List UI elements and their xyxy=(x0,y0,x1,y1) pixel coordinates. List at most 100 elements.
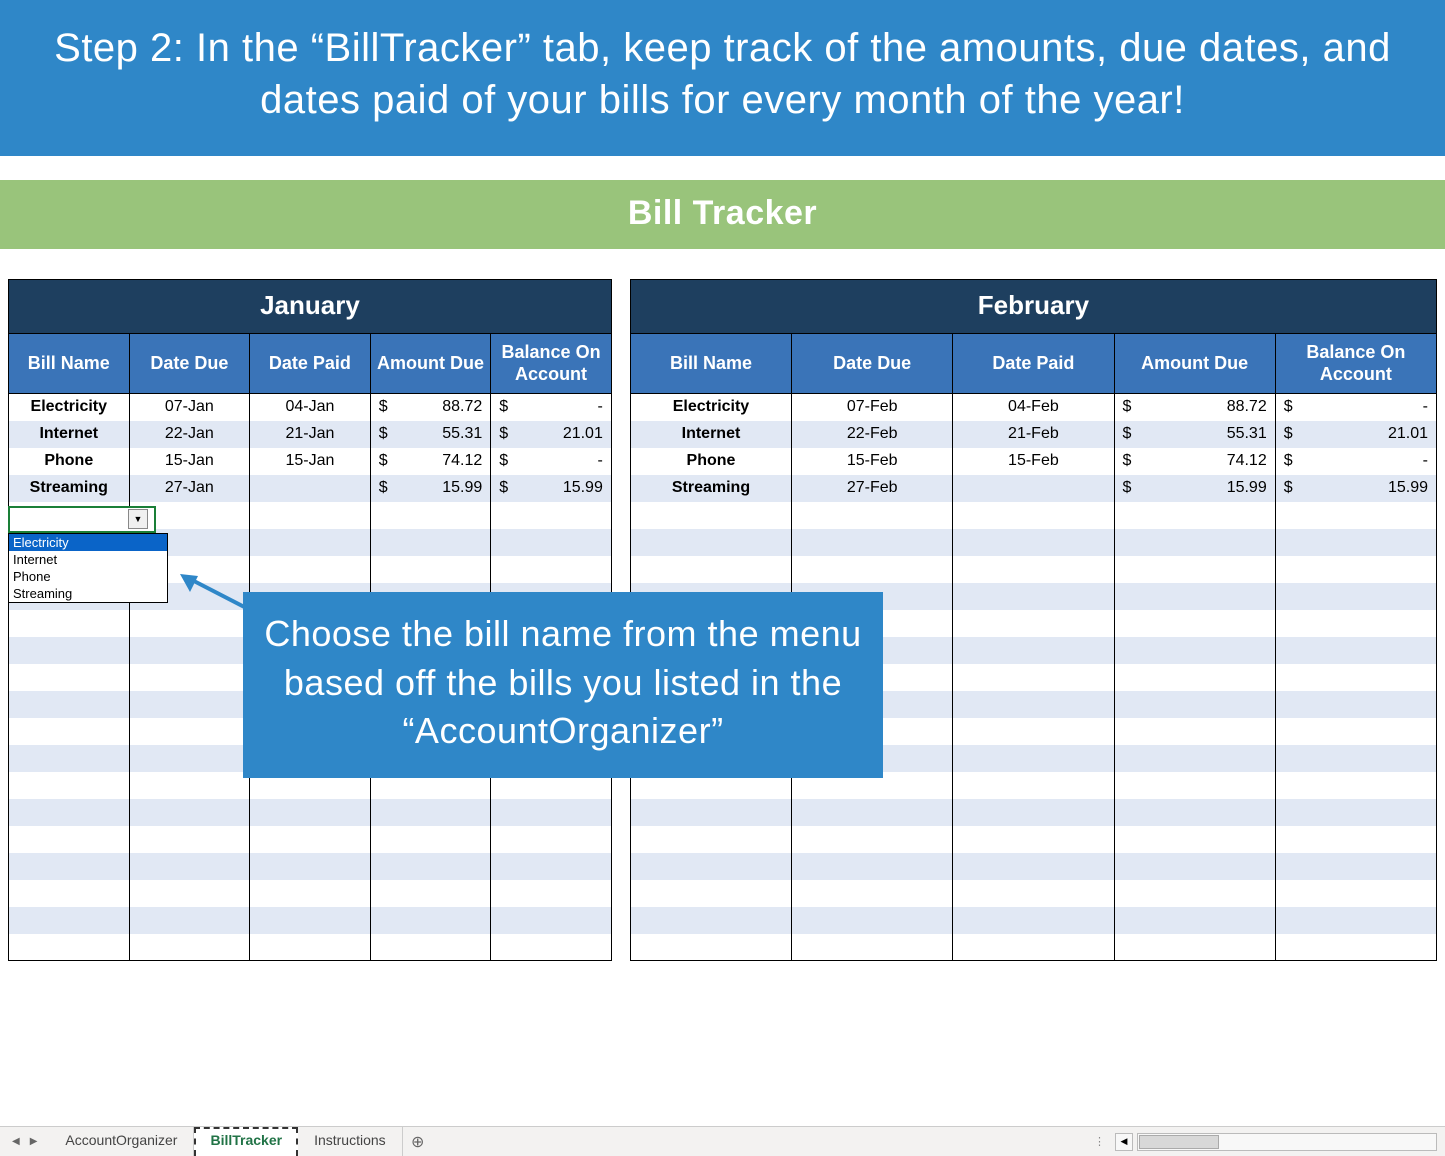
empty-cell[interactable] xyxy=(491,880,612,907)
cell-bill-name[interactable]: Electricity xyxy=(9,394,130,421)
empty-cell[interactable] xyxy=(9,610,130,637)
empty-cell[interactable] xyxy=(630,907,791,934)
cell-date-due[interactable]: 22-Jan xyxy=(129,421,250,448)
hscroll-track[interactable] xyxy=(1137,1133,1437,1151)
empty-cell[interactable] xyxy=(491,502,612,529)
empty-cell[interactable] xyxy=(953,799,1114,826)
cell-date-paid[interactable]: 15-Feb xyxy=(953,448,1114,475)
empty-cell[interactable] xyxy=(1275,718,1436,745)
empty-cell[interactable] xyxy=(129,664,250,691)
empty-cell[interactable] xyxy=(953,610,1114,637)
empty-cell[interactable] xyxy=(9,691,130,718)
empty-cell[interactable] xyxy=(129,799,250,826)
cell-amount-due[interactable]: $88.72 xyxy=(370,394,491,421)
cell-bill-name[interactable]: Internet xyxy=(9,421,130,448)
sheet-tab-billtracker[interactable]: BillTracker xyxy=(194,1127,298,1156)
empty-cell[interactable] xyxy=(630,853,791,880)
empty-cell[interactable] xyxy=(129,691,250,718)
empty-cell[interactable] xyxy=(630,826,791,853)
empty-cell[interactable] xyxy=(9,745,130,772)
cell-amount-due[interactable]: $15.99 xyxy=(370,475,491,502)
empty-cell[interactable] xyxy=(129,637,250,664)
empty-cell[interactable] xyxy=(491,826,612,853)
dropdown-option[interactable]: Phone xyxy=(9,568,167,585)
empty-cell[interactable] xyxy=(1275,799,1436,826)
empty-cell[interactable] xyxy=(9,718,130,745)
empty-cell[interactable] xyxy=(1114,529,1275,556)
empty-cell[interactable] xyxy=(1114,826,1275,853)
empty-cell[interactable] xyxy=(792,529,953,556)
empty-cell[interactable] xyxy=(1275,853,1436,880)
cell-balance[interactable]: $- xyxy=(491,394,612,421)
empty-cell[interactable] xyxy=(250,799,371,826)
empty-cell[interactable] xyxy=(953,826,1114,853)
empty-cell[interactable] xyxy=(9,664,130,691)
empty-cell[interactable] xyxy=(792,853,953,880)
dropdown-toggle-button[interactable]: ▼ xyxy=(128,509,148,529)
empty-cell[interactable] xyxy=(129,907,250,934)
empty-cell[interactable] xyxy=(953,880,1114,907)
dropdown-option[interactable]: Internet xyxy=(9,551,167,568)
empty-cell[interactable] xyxy=(491,907,612,934)
empty-cell[interactable] xyxy=(370,502,491,529)
empty-cell[interactable] xyxy=(1275,664,1436,691)
empty-cell[interactable] xyxy=(491,556,612,583)
empty-cell[interactable] xyxy=(9,799,130,826)
empty-cell[interactable] xyxy=(9,907,130,934)
empty-cell[interactable] xyxy=(129,718,250,745)
empty-cell[interactable] xyxy=(1275,907,1436,934)
empty-cell[interactable] xyxy=(9,826,130,853)
dropdown-options-list[interactable]: ElectricityInternetPhoneStreaming xyxy=(8,533,168,603)
cell-balance[interactable]: $15.99 xyxy=(491,475,612,502)
cell-date-due[interactable]: 07-Jan xyxy=(129,394,250,421)
empty-cell[interactable] xyxy=(9,880,130,907)
empty-cell[interactable] xyxy=(129,772,250,799)
empty-cell[interactable] xyxy=(1114,637,1275,664)
empty-cell[interactable] xyxy=(792,556,953,583)
cell-amount-due[interactable]: $74.12 xyxy=(1114,448,1275,475)
empty-cell[interactable] xyxy=(1114,583,1275,610)
empty-cell[interactable] xyxy=(953,934,1114,961)
empty-cell[interactable] xyxy=(953,583,1114,610)
cell-balance[interactable]: $21.01 xyxy=(1275,421,1436,448)
empty-cell[interactable] xyxy=(129,745,250,772)
empty-cell[interactable] xyxy=(1114,880,1275,907)
empty-cell[interactable] xyxy=(953,907,1114,934)
empty-cell[interactable] xyxy=(792,826,953,853)
empty-cell[interactable] xyxy=(630,556,791,583)
empty-cell[interactable] xyxy=(250,907,371,934)
empty-cell[interactable] xyxy=(250,853,371,880)
tab-scroll-grip-icon[interactable]: ⋮ xyxy=(1094,1135,1111,1148)
empty-cell[interactable] xyxy=(1275,745,1436,772)
empty-cell[interactable] xyxy=(1275,691,1436,718)
empty-cell[interactable] xyxy=(491,853,612,880)
empty-cell[interactable] xyxy=(250,934,371,961)
empty-cell[interactable] xyxy=(1275,583,1436,610)
empty-cell[interactable] xyxy=(953,853,1114,880)
cell-date-due[interactable]: 15-Jan xyxy=(129,448,250,475)
sheet-tab-instructions[interactable]: Instructions xyxy=(298,1127,403,1156)
cell-balance[interactable]: $- xyxy=(491,448,612,475)
hscroll-thumb[interactable] xyxy=(1139,1135,1219,1149)
empty-cell[interactable] xyxy=(1275,826,1436,853)
empty-cell[interactable] xyxy=(370,907,491,934)
dropdown-option[interactable]: Electricity xyxy=(9,534,167,551)
empty-cell[interactable] xyxy=(370,853,491,880)
empty-cell[interactable] xyxy=(370,529,491,556)
empty-cell[interactable] xyxy=(953,556,1114,583)
empty-cell[interactable] xyxy=(370,826,491,853)
empty-cell[interactable] xyxy=(792,880,953,907)
cell-amount-due[interactable]: $55.31 xyxy=(1114,421,1275,448)
empty-cell[interactable] xyxy=(953,529,1114,556)
add-sheet-button[interactable]: ⊕ xyxy=(403,1127,433,1156)
empty-cell[interactable] xyxy=(129,934,250,961)
cell-date-paid[interactable]: 21-Feb xyxy=(953,421,1114,448)
cell-date-due[interactable]: 22-Feb xyxy=(792,421,953,448)
empty-cell[interactable] xyxy=(1114,934,1275,961)
empty-cell[interactable] xyxy=(1114,907,1275,934)
empty-cell[interactable] xyxy=(630,502,791,529)
cell-date-due[interactable]: 15-Feb xyxy=(792,448,953,475)
cell-bill-name[interactable]: Internet xyxy=(630,421,791,448)
empty-cell[interactable] xyxy=(250,826,371,853)
empty-cell[interactable] xyxy=(792,934,953,961)
